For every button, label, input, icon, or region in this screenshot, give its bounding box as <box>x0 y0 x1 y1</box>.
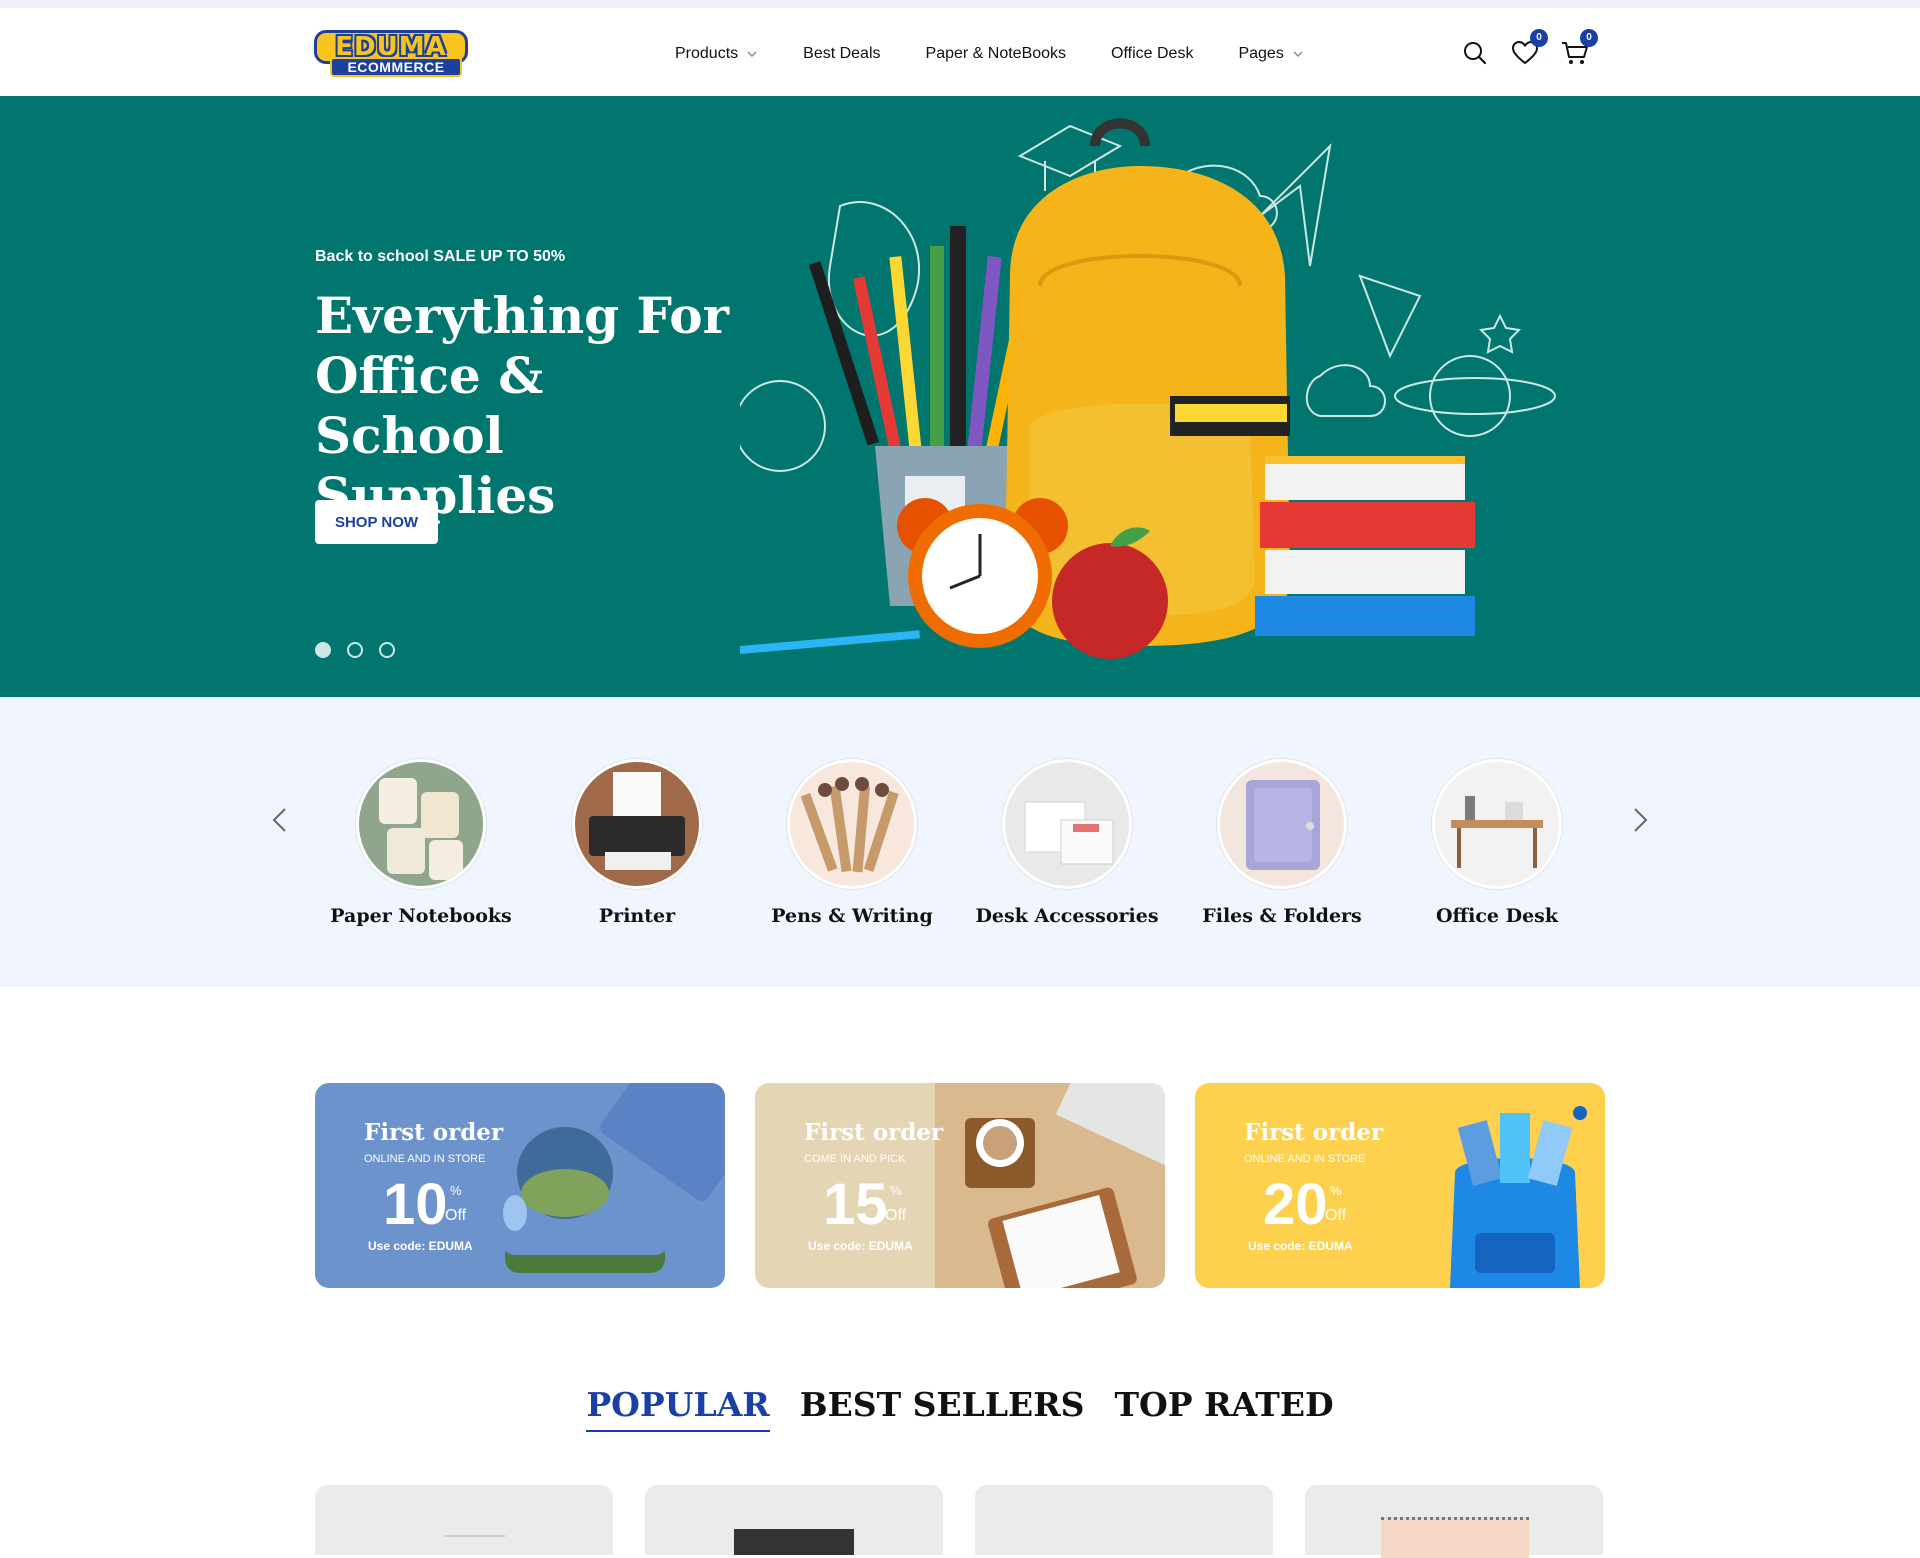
category-carousel: Paper Notebooks Printer Pens & Writing D… <box>0 697 1920 987</box>
promo-title: First order <box>364 1119 504 1146</box>
slider-dot-2[interactable] <box>347 642 363 658</box>
cart-count-badge: 0 <box>1580 29 1598 47</box>
tab-popular[interactable]: POPULAR <box>586 1385 770 1432</box>
slider-dot-3[interactable] <box>379 642 395 658</box>
promo-code: Use code: EDUMA <box>808 1239 913 1253</box>
promo-off: Off <box>445 1207 467 1224</box>
nav-label: Best Deals <box>803 45 881 62</box>
logo-subtitle: ECOMMERCE <box>330 57 462 77</box>
main-nav: Products Best Deals Paper & NoteBooks Of… <box>675 42 1349 66</box>
nav-label: Products <box>675 45 739 62</box>
search-icon <box>1464 42 1487 65</box>
category-image <box>356 759 486 889</box>
category-image <box>1002 759 1132 889</box>
nav-item-best-deals[interactable]: Best Deals <box>803 45 880 63</box>
hero-banner: Back to school SALE UP TO 50% Everything… <box>0 96 1920 697</box>
promo-subtitle: COME IN AND PICK <box>804 1153 906 1165</box>
promo-subtitle: ONLINE AND IN STORE <box>364 1153 486 1165</box>
tab-top-rated[interactable]: TOP RATED <box>1114 1385 1333 1432</box>
product-card[interactable] <box>975 1485 1273 1555</box>
promo-image <box>935 1083 1165 1288</box>
promo-title: First order <box>804 1119 944 1146</box>
product-card[interactable] <box>315 1485 613 1555</box>
hero-title: Everything For Office & School Supplies <box>315 286 729 525</box>
category-desk-accessories[interactable]: Desk Accessories <box>967 759 1167 927</box>
chevron-left-icon[interactable] <box>266 805 296 835</box>
category-label: Files & Folders <box>1202 905 1362 927</box>
promo-code: Use code: EDUMA <box>1248 1239 1353 1253</box>
promo-off: Off <box>885 1207 907 1224</box>
product-card[interactable] <box>645 1485 943 1555</box>
promo-percent-symbol: % <box>890 1183 902 1198</box>
cart-button[interactable]: 0 <box>1560 29 1598 68</box>
promo-percent: 15 <box>823 1172 888 1237</box>
nav-label: Paper & NoteBooks <box>925 45 1067 62</box>
promo-image <box>1450 1106 1587 1288</box>
wishlist-count-badge: 0 <box>1530 29 1548 47</box>
category-image <box>1432 759 1562 889</box>
slider-dot-1[interactable] <box>315 642 331 658</box>
category-image <box>572 759 702 889</box>
category-pens-writing[interactable]: Pens & Writing <box>752 759 952 927</box>
tab-best-sellers[interactable]: BEST SELLERS <box>800 1385 1085 1432</box>
promo-percent-symbol: % <box>450 1183 462 1198</box>
category-label: Desk Accessories <box>975 905 1159 927</box>
category-image <box>787 759 917 889</box>
promo-card-20[interactable]: First order ONLINE AND IN STORE 20 % Off… <box>1195 1083 1605 1288</box>
category-label: Paper Notebooks <box>330 905 512 927</box>
chevron-down-icon <box>747 51 757 57</box>
slider-dots <box>315 642 411 658</box>
shop-now-button[interactable]: SHOP NOW <box>315 500 438 544</box>
chevron-down-icon <box>1293 51 1303 57</box>
category-paper-notebooks[interactable]: Paper Notebooks <box>321 759 521 927</box>
nav-item-office-desk[interactable]: Office Desk <box>1111 45 1193 63</box>
category-label: Office Desk <box>1435 905 1559 927</box>
category-files-folders[interactable]: Files & Folders <box>1182 759 1382 927</box>
promo-percent-symbol: % <box>1330 1183 1342 1198</box>
nav-label: Pages <box>1238 45 1284 62</box>
product-tabs: POPULAR BEST SELLERS TOP RATED <box>0 1385 1920 1432</box>
promo-image <box>503 1083 725 1273</box>
top-strip <box>0 0 1920 8</box>
wishlist-button[interactable]: 0 <box>1510 29 1548 68</box>
hero-illustration <box>740 118 1556 659</box>
promo-code: Use code: EDUMA <box>368 1239 473 1253</box>
search-button[interactable] <box>1460 38 1490 68</box>
category-label: Pens & Writing <box>771 905 933 927</box>
header-actions: 0 0 <box>1440 29 1598 68</box>
hero-eyebrow: Back to school SALE UP TO 50% <box>315 248 566 265</box>
promo-subtitle: ONLINE AND IN STORE <box>1244 1153 1366 1165</box>
promo-card-10[interactable]: First order ONLINE AND IN STORE 10 % Off… <box>315 1083 725 1288</box>
chevron-right-icon[interactable] <box>1624 805 1654 835</box>
promo-title: First order <box>1244 1119 1384 1146</box>
product-card[interactable] <box>1305 1485 1603 1558</box>
nav-item-paper-notebooks[interactable]: Paper & NoteBooks <box>926 45 1067 63</box>
category-office-desk[interactable]: Office Desk <box>1397 759 1597 927</box>
brand-logo[interactable]: EDUMA ECOMMERCE <box>314 30 470 82</box>
promo-percent: 20 <box>1263 1172 1328 1237</box>
category-printer[interactable]: Printer <box>537 759 737 927</box>
promo-card-15[interactable]: First order COME IN AND PICK 15 % Off Us… <box>755 1083 1165 1288</box>
nav-item-pages[interactable]: Pages <box>1238 45 1303 63</box>
promo-percent: 10 <box>383 1172 448 1237</box>
category-image <box>1217 759 1347 889</box>
site-header: EDUMA ECOMMERCE Products Best Deals Pape… <box>0 8 1920 96</box>
category-label: Printer <box>598 905 676 927</box>
nav-item-products[interactable]: Products <box>675 45 758 63</box>
nav-label: Office Desk <box>1111 45 1194 62</box>
promo-off: Off <box>1325 1207 1347 1224</box>
